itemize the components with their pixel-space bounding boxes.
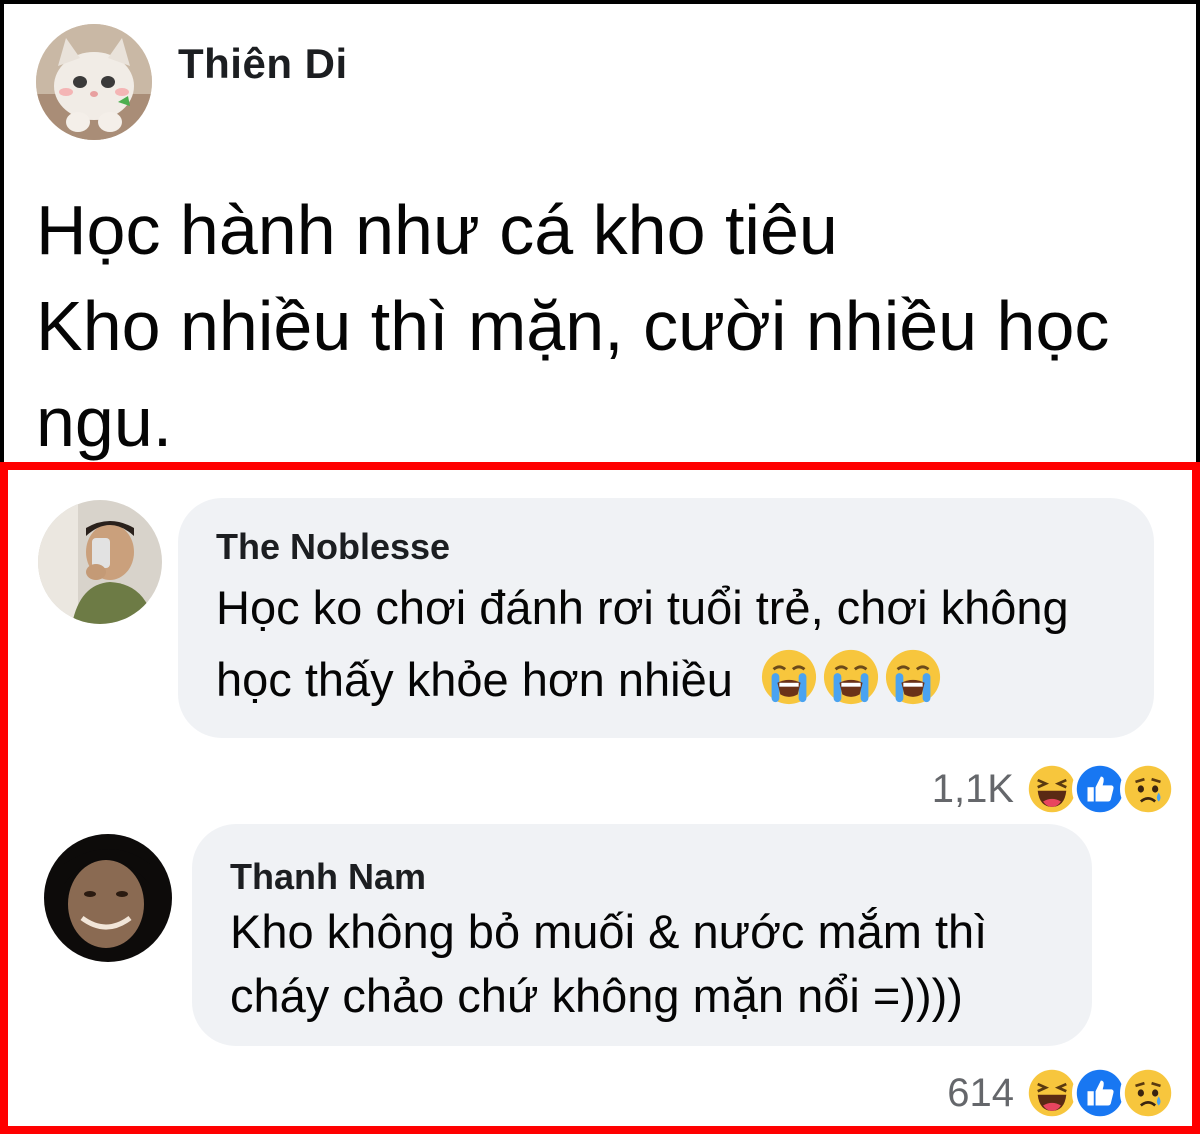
post-author-name[interactable]: Thiên Di: [178, 40, 348, 88]
sad-icon: [1120, 761, 1176, 817]
post-card: Thiên Di Học hành như cá kho tiêu Kho nh…: [4, 4, 1196, 462]
loudly-crying-face-icon: [885, 649, 941, 705]
comment-line: Học ko chơi đánh rơi tuổi trẻ, chơi khôn…: [216, 581, 1069, 634]
post-line: Kho nhiều thì mặn, cười nhiều học: [36, 287, 1110, 365]
loudly-crying-face-icon: [823, 649, 879, 705]
post-line: ngu.: [36, 383, 173, 461]
comment-item: The Noblesse Học ko chơi đánh rơi tuổi t…: [8, 470, 1192, 817]
man-selfie-image: [38, 500, 162, 624]
comment-line-text: học thấy khỏe hơn nhiều: [216, 653, 733, 706]
smiling-man-image: [44, 834, 172, 962]
sad-icon: [1120, 1065, 1176, 1121]
comment-text: Kho không bỏ muối & nước mắm thì cháy ch…: [230, 900, 987, 1028]
comment-text: Học ko chơi đánh rơi tuổi trẻ, chơi khôn…: [216, 572, 1069, 716]
comment-line-with-emoji: học thấy khỏe hơn nhiều: [216, 644, 1069, 716]
commenter-name[interactable]: The Noblesse: [216, 526, 450, 568]
comments-frame: The Noblesse Học ko chơi đánh rơi tuổi t…: [0, 462, 1200, 1134]
comment-line: Kho không bỏ muối & nước mắm thì: [230, 905, 988, 958]
reaction-summary[interactable]: 1,1K: [932, 760, 1176, 818]
post-line: Học hành như cá kho tiêu: [36, 191, 838, 269]
reaction-summary[interactable]: 614: [947, 1064, 1176, 1122]
commenter-avatar[interactable]: [44, 834, 172, 962]
comment-line: cháy chảo chứ không mặn nổi =)))): [230, 969, 963, 1022]
reaction-icons: [1024, 1065, 1176, 1121]
commenter-name[interactable]: Thanh Nam: [230, 856, 426, 898]
post-author-avatar[interactable]: [36, 24, 152, 140]
reaction-count: 1,1K: [931, 766, 1014, 811]
post-body: Học hành như cá kho tiêu Kho nhiều thì m…: [36, 182, 1176, 462]
cat-avatar-image: [36, 24, 152, 140]
comment-item: Thanh Nam Kho không bỏ muối & nước mắm t…: [8, 816, 1192, 1134]
reaction-count: 614: [947, 1070, 1014, 1115]
loudly-crying-face-icon: [761, 649, 817, 705]
reaction-icons: [1024, 761, 1176, 817]
commenter-avatar[interactable]: [38, 500, 162, 624]
comments-list: The Noblesse Học ko chơi đánh rơi tuổi t…: [8, 470, 1192, 1126]
